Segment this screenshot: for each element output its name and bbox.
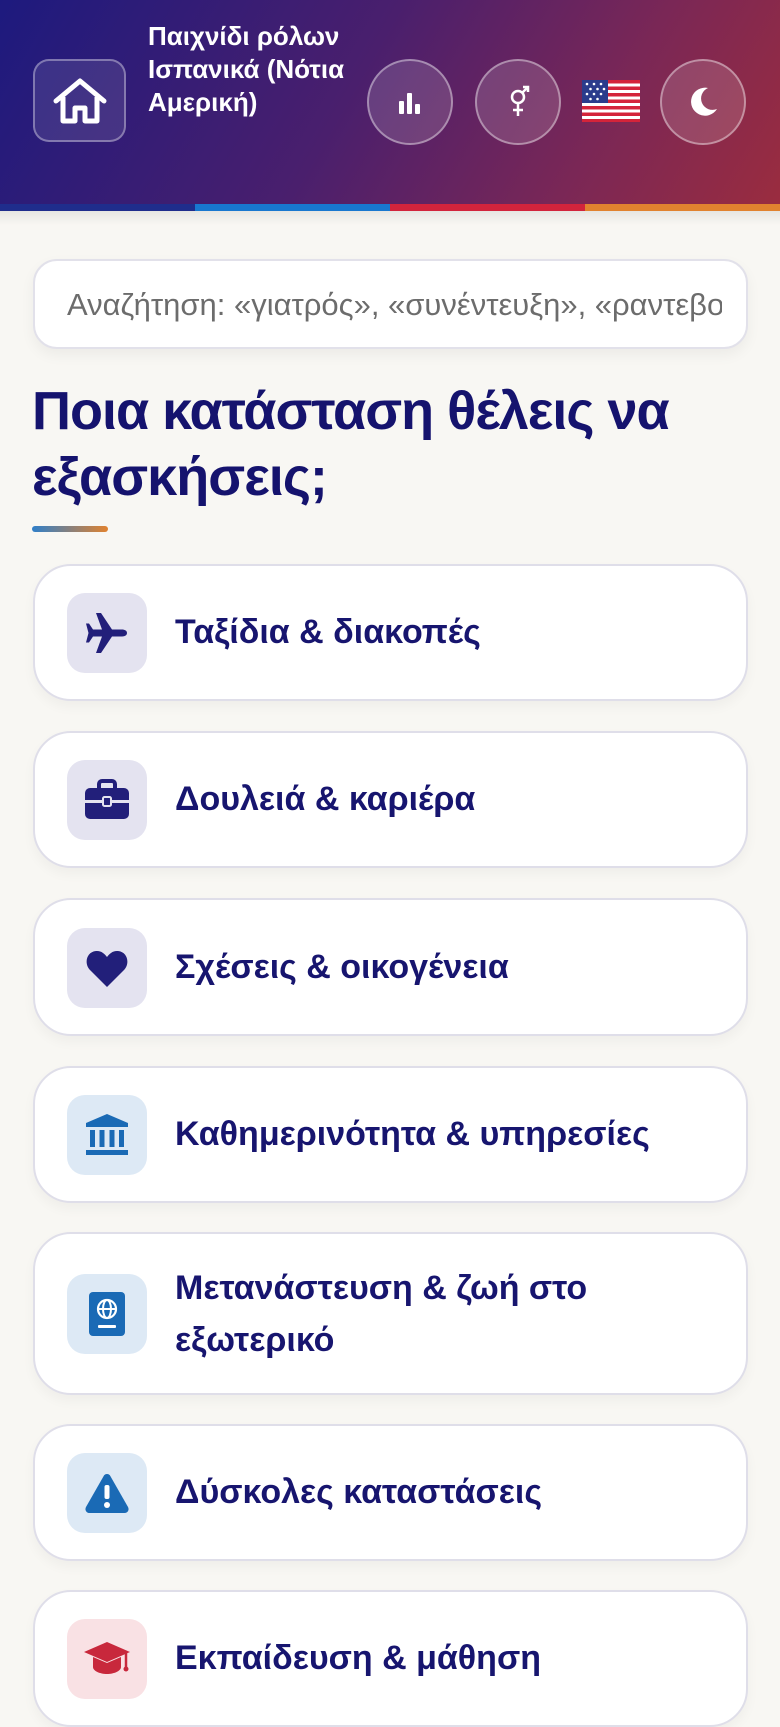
bar-chart-icon <box>399 93 420 114</box>
category-icon-box <box>67 928 147 1008</box>
category-label: Ταξίδια & διακοπές <box>175 613 481 651</box>
gender-icon <box>510 85 530 116</box>
category-icon-box <box>67 1619 147 1699</box>
category-icon-box <box>67 1453 147 1533</box>
stats-button[interactable] <box>367 59 453 145</box>
header-shadow <box>0 211 780 225</box>
search-input[interactable] <box>65 261 724 349</box>
bank-icon <box>86 1114 128 1155</box>
category-card-relationships[interactable]: Σχέσεις & οικογένεια <box>33 898 748 1036</box>
moon-icon <box>691 87 717 116</box>
category-label: Δύσκολες καταστάσεις <box>175 1473 543 1511</box>
home-icon <box>53 78 106 123</box>
airplane-icon <box>86 613 127 653</box>
category-label: Μετανάστευση & ζωή στο εξωτερικό <box>175 1269 588 1359</box>
briefcase-icon <box>85 779 129 819</box>
theme-toggle-button[interactable] <box>660 59 746 145</box>
category-card-travel[interactable]: Ταξίδια & διακοπές <box>33 564 748 701</box>
category-icon-box <box>67 760 147 840</box>
category-card-daily-life[interactable]: Καθημερινότητα & υπηρεσίες <box>33 1066 748 1203</box>
page-heading: Ποια κατάσταση θέλεις να εξασκήσεις; <box>32 381 670 507</box>
category-label: Σχέσεις & οικογένεια <box>175 948 509 986</box>
category-label: Καθημερινότητα & υπηρεσίες <box>175 1115 650 1153</box>
category-label: Εκπαίδευση & μάθηση <box>175 1639 541 1677</box>
category-card-immigration[interactable]: Μετανάστευση & ζωή στο εξωτερικό <box>33 1232 748 1395</box>
graduation-cap-icon <box>84 1642 130 1674</box>
category-icon-box <box>67 1095 147 1175</box>
heading-underline <box>32 526 108 532</box>
heart-icon <box>86 950 128 987</box>
category-card-education[interactable]: Εκπαίδευση & μάθηση <box>33 1590 748 1727</box>
passport-icon <box>89 1292 125 1336</box>
category-label: Δουλειά & καριέρα <box>175 780 476 818</box>
us-flag-icon <box>582 80 640 122</box>
app-header: Παιχνίδι ρόλων Ισπανικά (Νότια Αμερική) <box>0 0 780 204</box>
header-color-stripe <box>0 204 780 211</box>
category-icon-box <box>67 1274 147 1354</box>
category-card-difficult-situations[interactable]: Δύσκολες καταστάσεις <box>33 1424 748 1561</box>
category-icon-box <box>67 593 147 673</box>
search-box <box>33 259 748 349</box>
category-card-work[interactable]: Δουλειά & καριέρα <box>33 731 748 868</box>
warning-icon <box>85 1474 129 1513</box>
gender-button[interactable] <box>475 59 561 145</box>
language-selector[interactable] <box>582 80 640 122</box>
app-title: Παιχνίδι ρόλων Ισπανικά (Νότια Αμερική) <box>148 21 345 117</box>
home-button[interactable] <box>33 59 126 142</box>
